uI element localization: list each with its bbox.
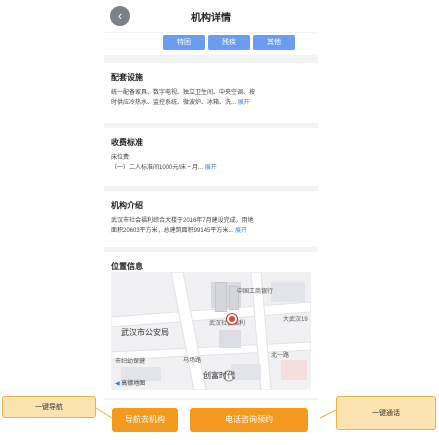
facilities-title: 配套设施 (111, 73, 143, 82)
tag-row: 特困 残疾 其他 (104, 33, 318, 55)
tag-special-poverty: 特困 (163, 35, 205, 50)
map-label-building: 大武汉19 (283, 317, 308, 323)
location-pin-icon (227, 314, 237, 324)
phone-screen: ‹ 机构详情 特困 残疾 其他 配套设施 统一配备家具、数字电视、独立卫生间、中… (104, 0, 318, 445)
facilities-expand-link[interactable]: 展开 (238, 100, 250, 106)
intro-line-1: 武汉市社会福利综合大楼于2016年7月建设完成，用地 (111, 218, 254, 224)
intro-title: 机构介绍 (111, 201, 143, 210)
callout-navigate: 一键导航 (2, 396, 96, 418)
map-label-north-road: 北一路 (271, 353, 290, 359)
top-bar: ‹ 机构详情 (104, 0, 318, 32)
map-label-hospital: 市妇幼保健 (115, 359, 146, 365)
bottom-action-bar: 导航去机构 电话咨询预约 (104, 400, 318, 445)
map-logo: ◀ 高德地图 (115, 378, 145, 387)
intro-line-2: 面积20603平方米，总建筑面积99145平方米... (111, 228, 234, 234)
map-logo-text: 高德地图 (121, 381, 146, 387)
facilities-section: 配套设施 统一配备家具、数字电视、独立卫生间、中央空调、按 时供应冷热水、监控系… (104, 63, 318, 123)
map-building (215, 282, 227, 312)
map-label-police: 武汉市公安局 (121, 328, 169, 337)
page-title: 机构详情 (191, 13, 231, 24)
facilities-line-2: 时供应冷热水、监控系统、微波炉、冰箱、洗... (111, 100, 237, 106)
intro-expand-link[interactable]: 展开 (235, 228, 247, 234)
fees-line-1: 床位费: (111, 155, 131, 161)
callout-call-text: 一键通话 (372, 410, 400, 417)
map-label-bank: 中国工商银行 (237, 289, 274, 295)
callout-navigate-text: 一键导航 (35, 404, 63, 411)
fees-section: 收费标准 床位费: （一）二人标准间1000元/床・月... 展开 (104, 128, 318, 186)
facilities-text: 统一配备家具、数字电视、独立卫生间、中央空调、按 时供应冷热水、监控系统、微波炉… (111, 88, 311, 108)
navigate-button[interactable]: 导航去机构 (112, 408, 178, 432)
fees-text: 床位费: （一）二人标准间1000元/床・月... 展开 (111, 153, 311, 173)
map-logo-icon: ◀ (115, 381, 120, 387)
intro-text: 武汉市社会福利综合大楼于2016年7月建设完成，用地 面积20603平方米，总建… (111, 216, 311, 236)
callout-call: 一键通话 (336, 396, 436, 430)
tag-other: 其他 (253, 35, 295, 50)
tag-disabled: 残疾 (208, 35, 250, 50)
fees-title: 收费标准 (111, 138, 143, 147)
location-map[interactable]: 中国工商银行 武汉社会福利 大武汉19 武汉市公安局 市妇幼保健 马场路 创富时… (111, 272, 311, 390)
map-label-road: 马场路 (183, 358, 202, 364)
fees-line-2: （一）二人标准间1000元/床・月... (111, 165, 204, 171)
facilities-line-1: 统一配备家具、数字电视、独立卫生间、中央空调、按 (111, 90, 256, 96)
location-title: 位置信息 (111, 262, 143, 271)
map-label-plaza: 创富时代 (203, 371, 235, 380)
call-button[interactable]: 电话咨询预约 (190, 408, 308, 432)
intro-section: 机构介绍 武汉市社会福利综合大楼于2016年7月建设完成，用地 面积20603平… (104, 191, 318, 247)
fees-expand-link[interactable]: 展开 (205, 165, 217, 171)
